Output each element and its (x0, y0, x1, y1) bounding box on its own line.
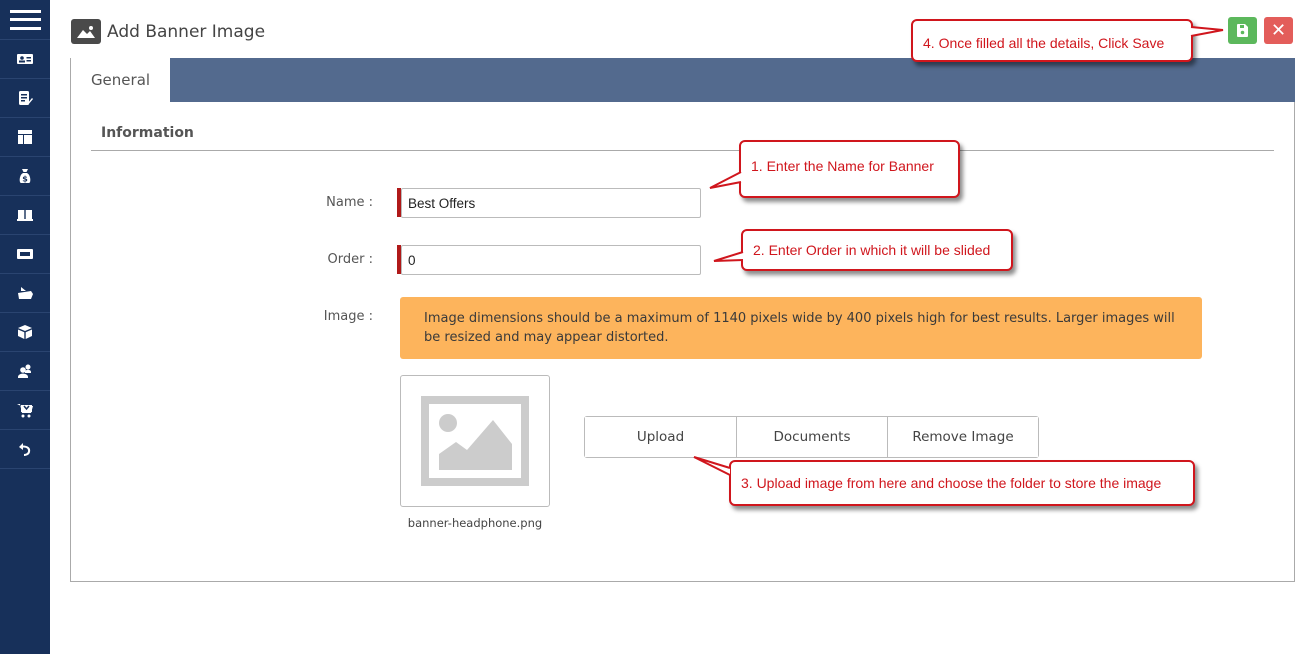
sidebar-item-contacts[interactable] (0, 40, 50, 79)
money-bag-icon: $ (19, 169, 31, 184)
undo-icon (19, 443, 31, 456)
users-icon (18, 364, 31, 378)
sidebar-item-catalog[interactable] (0, 196, 50, 235)
callout-step1-text: 1. Enter the Name for Banner (751, 158, 934, 174)
callout-step2-pointer (713, 251, 744, 262)
callout-step1: 1. Enter the Name for Banner (739, 140, 960, 198)
image-dimension-warning: Image dimensions should be a maximum of … (400, 297, 1202, 359)
callout-step3-text: 3. Upload image from here and choose the… (741, 475, 1162, 491)
sidebar-menu-toggle[interactable] (0, 0, 50, 40)
close-icon: ✕ (1270, 20, 1287, 41)
form-panel: Information Name : Order : Image : Image… (70, 102, 1295, 582)
image-label: Image : (323, 309, 373, 324)
image-actions: Upload Documents Remove Image (584, 416, 1039, 458)
image-filename: banner-headphone.png (407, 516, 543, 530)
order-field-wrap (397, 245, 701, 275)
callout-step3: 3. Upload image from here and choose the… (729, 460, 1195, 506)
box-icon (18, 325, 32, 339)
sidebar-item-banners[interactable] (0, 235, 50, 274)
save-button[interactable] (1228, 17, 1257, 44)
image-placeholder-icon (421, 396, 529, 486)
order-label: Order : (327, 252, 373, 267)
id-card-icon (17, 54, 33, 64)
name-field-wrap (397, 188, 701, 218)
image-icon (71, 19, 101, 44)
layout-icon (18, 130, 32, 144)
sidebar-item-notes[interactable] (0, 79, 50, 118)
ship-icon (18, 287, 33, 299)
sidebar-item-shipping[interactable] (0, 274, 50, 313)
sidebar-item-products[interactable] (0, 313, 50, 352)
callout-step4: 4. Once filled all the details, Click Sa… (911, 19, 1193, 62)
page-title-text: Add Banner Image (107, 21, 266, 42)
edit-list-icon (19, 91, 33, 105)
sidebar: $ (0, 0, 50, 654)
name-label: Name : (326, 195, 373, 210)
svg-text:$: $ (22, 175, 28, 184)
book-icon (17, 210, 33, 221)
hamburger-menu-icon[interactable] (9, 9, 41, 30)
sidebar-item-orders[interactable] (0, 391, 50, 430)
upload-button[interactable]: Upload (585, 417, 736, 457)
close-button[interactable]: ✕ (1264, 17, 1293, 44)
page-title: Add Banner Image (71, 19, 265, 44)
remove-image-button[interactable]: Remove Image (887, 417, 1038, 457)
cart-icon (17, 404, 33, 418)
callout-step3-pointer (693, 456, 731, 476)
order-input[interactable] (401, 245, 701, 275)
section-divider (91, 150, 1274, 151)
documents-button[interactable]: Documents (736, 417, 887, 457)
callout-step4-text: 4. Once filled all the details, Click Sa… (923, 34, 1165, 51)
sidebar-item-back[interactable] (0, 430, 50, 469)
callout-step2: 2. Enter Order in which it will be slide… (741, 229, 1013, 271)
callout-step4-pointer (1190, 26, 1224, 37)
tab-bar: General (70, 58, 1295, 102)
sidebar-item-customers[interactable] (0, 352, 50, 391)
name-input[interactable] (401, 188, 701, 218)
tab-general[interactable]: General (70, 58, 170, 102)
section-title: Information (101, 125, 194, 141)
sidebar-item-finance[interactable]: $ (0, 157, 50, 196)
image-preview (400, 375, 550, 507)
save-icon (1237, 24, 1248, 37)
callout-step2-text: 2. Enter Order in which it will be slide… (753, 242, 991, 258)
sidebar-item-layout[interactable] (0, 118, 50, 157)
ticket-icon (17, 249, 33, 259)
callout-step1-pointer (709, 171, 742, 189)
